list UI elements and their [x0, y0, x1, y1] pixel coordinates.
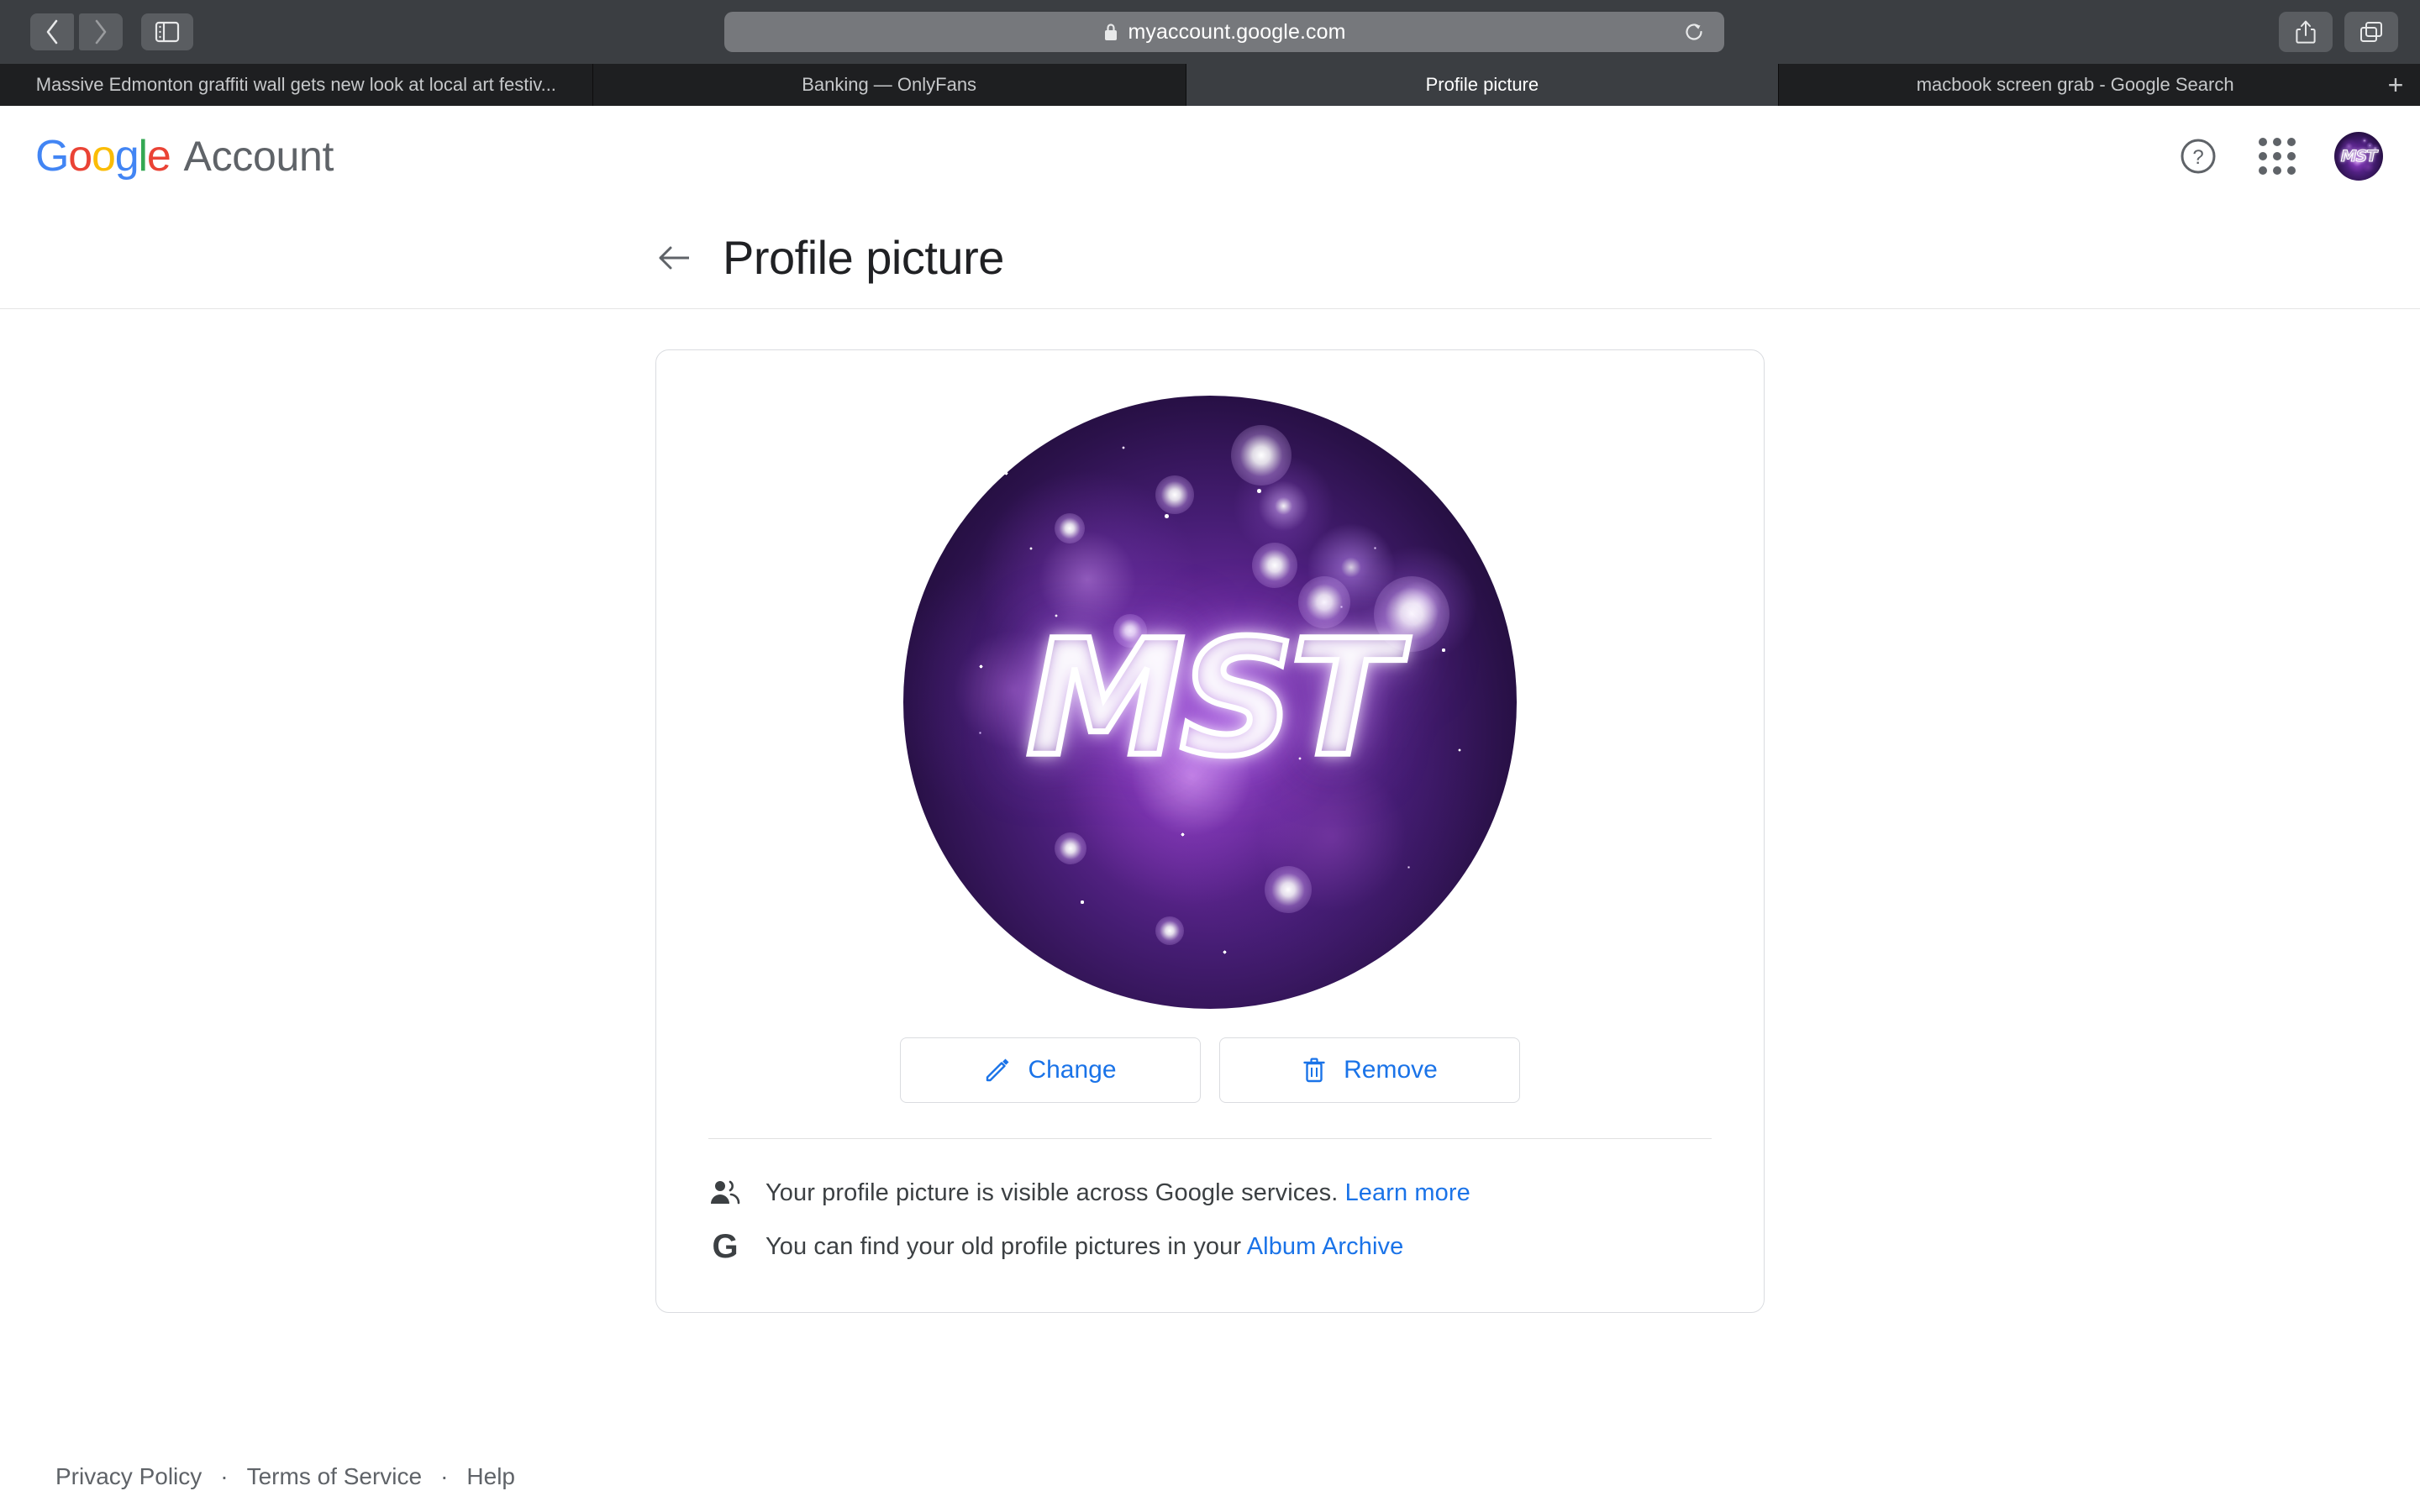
browser-nav-group	[30, 13, 193, 50]
browser-tab-2[interactable]: Profile picture	[1186, 64, 1780, 106]
tab-label: Profile picture	[1425, 74, 1539, 95]
sidebar-toggle-button[interactable]	[141, 13, 193, 50]
learn-more-link[interactable]: Learn more	[1345, 1179, 1470, 1206]
info-text-visibility: Your profile picture is visible across G…	[765, 1179, 1470, 1207]
profile-picture-card: MST Change Remove Your profile picture i…	[655, 349, 1765, 1313]
main-content: MST Change Remove Your profile picture i…	[0, 309, 2420, 1510]
info-text-archive-body: You can find your old profile pictures i…	[765, 1232, 1242, 1260]
logo-letter-o1: o	[68, 132, 92, 181]
product-name: Account	[183, 133, 334, 180]
browser-tab-3[interactable]: macbook screen grab - Google Search	[1779, 64, 2371, 106]
reload-button[interactable]	[1682, 20, 1706, 44]
profile-picture-actions: Change Remove	[656, 1037, 1764, 1103]
bright-star-9	[1055, 832, 1086, 864]
lock-icon	[1102, 22, 1119, 42]
new-tab-button[interactable]: +	[2371, 64, 2420, 106]
privacy-policy-link[interactable]: Privacy Policy	[55, 1463, 202, 1490]
header-actions: ? MST	[2176, 132, 2383, 181]
page-title-group: Profile picture	[655, 230, 1004, 285]
info-text-visibility-body: Your profile picture is visible across G…	[765, 1179, 1339, 1206]
google-wordmark: Google	[35, 131, 171, 181]
address-bar-container: myaccount.google.com	[724, 12, 1724, 52]
google-apps-button[interactable]	[2255, 134, 2299, 178]
tabs-overview-button[interactable]	[2344, 12, 2398, 52]
profile-picture-image[interactable]: MST	[903, 396, 1517, 1009]
bright-star-3	[1252, 543, 1297, 588]
help-link[interactable]: Help	[466, 1463, 515, 1490]
logo-letter-e: e	[146, 132, 171, 181]
tab-label: Massive Edmonton graffiti wall gets new …	[35, 74, 556, 95]
logo-letter-l: l	[138, 132, 148, 181]
svg-text:?: ?	[2192, 146, 2203, 169]
footer-separator-2: ·	[440, 1463, 449, 1489]
apps-grid-icon	[2259, 138, 2296, 175]
tab-label: Banking — OnlyFans	[802, 74, 977, 95]
bright-star-1	[1231, 425, 1292, 486]
help-circle-icon: ?	[2181, 139, 2216, 174]
trash-icon	[1303, 1058, 1325, 1083]
avatar-initials: MST	[2340, 146, 2378, 165]
back-button[interactable]	[30, 13, 74, 50]
sidebar-toggle-icon	[155, 21, 180, 43]
page-title-bar: Profile picture	[0, 207, 2420, 309]
browser-tab-1[interactable]: Banking — OnlyFans	[593, 64, 1186, 106]
page-title: Profile picture	[723, 231, 1004, 284]
page-footer: Privacy Policy · Terms of Service · Help	[0, 1463, 2420, 1490]
album-archive-link[interactable]: Album Archive	[1247, 1233, 1404, 1260]
bright-star-6	[1055, 513, 1085, 543]
info-row-archive: G You can find your old profile pictures…	[708, 1220, 1712, 1273]
remove-button-label: Remove	[1344, 1056, 1438, 1084]
bright-star-10	[1155, 916, 1184, 945]
info-row-visibility: Your profile picture is visible across G…	[708, 1166, 1712, 1220]
change-button[interactable]: Change	[900, 1037, 1201, 1103]
help-button[interactable]: ?	[2176, 134, 2220, 178]
logo-letter-g2: g	[114, 132, 139, 181]
google-g-icon: G	[712, 1228, 739, 1265]
forward-button[interactable]	[79, 13, 123, 50]
new-tab-label: +	[2387, 69, 2404, 100]
share-icon	[2296, 20, 2316, 44]
browser-actions-group	[2279, 12, 2398, 52]
logo-letter-g: G	[35, 132, 69, 181]
account-avatar[interactable]: MST	[2334, 132, 2383, 181]
pencil-icon	[986, 1058, 1009, 1082]
tab-bar: Massive Edmonton graffiti wall gets new …	[0, 64, 2420, 106]
address-bar[interactable]: myaccount.google.com	[724, 12, 1724, 52]
browser-tab-0[interactable]: Massive Edmonton graffiti wall gets new …	[0, 64, 593, 106]
footer-separator-1: ·	[220, 1463, 229, 1489]
reload-icon	[1686, 24, 1702, 40]
google-account-logo[interactable]: Google Account	[35, 131, 334, 181]
browser-toolbar: myaccount.google.com	[0, 0, 2420, 64]
bright-star-8	[1265, 866, 1312, 913]
terms-of-service-link[interactable]: Terms of Service	[247, 1463, 423, 1490]
page-back-button[interactable]	[655, 239, 694, 277]
bright-star-2	[1155, 475, 1194, 514]
chevron-right-icon	[95, 19, 107, 45]
google-account-header: Google Account ? MST	[0, 106, 2420, 207]
profile-picture-wrapper: MST	[656, 396, 1764, 1009]
info-text-archive: You can find your old profile pictures i…	[765, 1233, 1403, 1261]
change-button-label: Change	[1028, 1056, 1117, 1084]
tab-label: macbook screen grab - Google Search	[1916, 74, 2234, 95]
arrow-left-icon	[659, 246, 689, 269]
url-text: myaccount.google.com	[1128, 19, 1346, 44]
share-button[interactable]	[2279, 12, 2333, 52]
chevron-left-icon	[46, 19, 58, 45]
profile-picture-info-list: Your profile picture is visible across G…	[656, 1139, 1764, 1312]
people-icon	[708, 1176, 742, 1210]
avatar-logo-text: MST	[1023, 606, 1402, 792]
tabs-overview-icon	[2360, 22, 2382, 42]
remove-button[interactable]: Remove	[1219, 1037, 1520, 1103]
logo-letter-o2: o	[91, 132, 116, 181]
